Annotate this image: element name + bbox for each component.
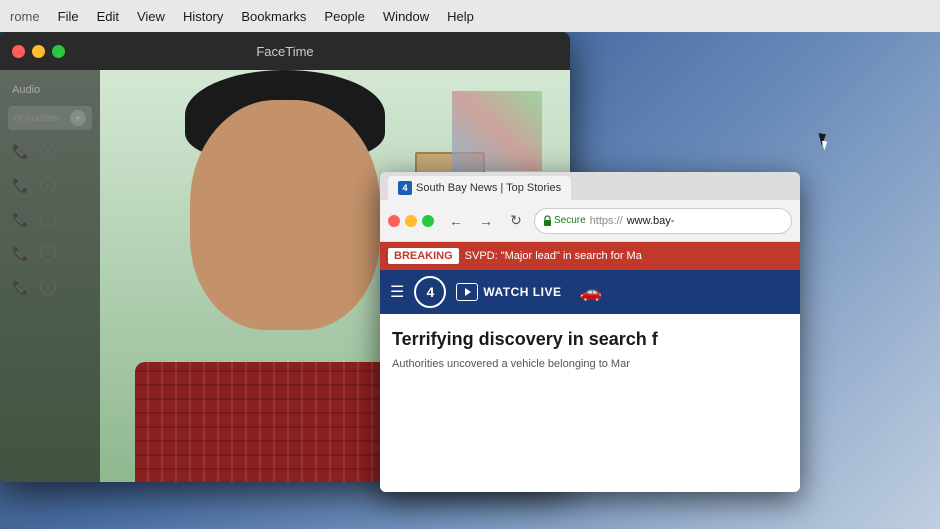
contact-row-2: 📞 i	[0, 168, 100, 202]
menubar-file[interactable]: File	[58, 9, 79, 24]
chrome-minimize-button[interactable]	[405, 215, 417, 227]
chrome-tab-active[interactable]: 4 South Bay News | Top Stories	[388, 176, 571, 200]
menubar-people[interactable]: People	[324, 9, 364, 24]
breaking-label: BREAKING	[388, 248, 459, 264]
menubar-edit[interactable]: Edit	[97, 9, 119, 24]
main-area: FaceTime Audio or number +	[0, 32, 940, 529]
input-placeholder: or number	[14, 113, 60, 124]
close-button[interactable]	[12, 45, 25, 58]
news-navbar: ☰ 4 WATCH LIVE 🚗	[380, 270, 800, 314]
chrome-toolbar: ← → ↻ Secure https:// www.bay-	[380, 200, 800, 242]
article-area: Terrifying discovery in search f Authori…	[380, 314, 800, 492]
chrome-traffic-lights	[388, 215, 434, 227]
contact-row-5: 📞 i	[0, 270, 100, 304]
menubar-bookmarks[interactable]: Bookmarks	[241, 9, 306, 24]
car-icon: 🚗	[579, 282, 601, 303]
menubar-history[interactable]: History	[183, 9, 223, 24]
menubar-view[interactable]: View	[137, 9, 165, 24]
chrome-maximize-button[interactable]	[422, 215, 434, 227]
facetime-title: FaceTime	[256, 44, 313, 59]
tab-title: South Bay News | Top Stories	[416, 182, 561, 194]
breaking-news-bar: BREAKING SVPD: "Major lead" in search fo…	[380, 242, 800, 270]
phone-icon-3[interactable]: 📞	[10, 208, 32, 230]
play-triangle-icon	[465, 288, 471, 296]
minimize-button[interactable]	[32, 45, 45, 58]
secure-text: Secure	[554, 215, 586, 226]
watch-live-button[interactable]: WATCH LIVE	[456, 283, 561, 301]
url-https: https://	[590, 215, 623, 227]
chrome-window: 4 South Bay News | Top Stories ← → ↻	[380, 172, 800, 492]
traffic-lights	[12, 45, 65, 58]
back-button[interactable]: ←	[444, 209, 468, 233]
chrome-close-button[interactable]	[388, 215, 400, 227]
url-domain: www.bay-	[627, 215, 675, 227]
person-face-skin	[190, 100, 380, 330]
info-icon-4[interactable]: i	[40, 245, 56, 261]
address-bar[interactable]: Secure https:// www.bay-	[534, 208, 792, 234]
contact-row-3: 📞 i	[0, 202, 100, 236]
info-icon-1[interactable]: i	[40, 143, 56, 159]
forward-button[interactable]: →	[474, 209, 498, 233]
add-contact-button[interactable]: +	[70, 110, 86, 126]
chrome-tabbar: 4 South Bay News | Top Stories	[380, 172, 800, 200]
menubar-chrome[interactable]: rome	[10, 9, 40, 24]
play-icon-box	[456, 283, 478, 301]
menubar-help[interactable]: Help	[447, 9, 474, 24]
menubar: rome File Edit View History Bookmarks Pe…	[0, 0, 940, 32]
info-icon-5[interactable]: i	[40, 279, 56, 295]
contact-row-1: 📞 i	[0, 134, 100, 168]
tab-favicon: 4	[398, 181, 412, 195]
info-icon-2[interactable]: i	[40, 177, 56, 193]
phone-number-input[interactable]: or number +	[8, 106, 92, 130]
channel4-logo[interactable]: 4	[414, 276, 446, 308]
phone-icon-1[interactable]: 📞	[10, 140, 32, 162]
info-icon-3[interactable]: i	[40, 211, 56, 227]
facetime-sidebar: Audio or number + 📞 i 📞 i 📞 i	[0, 70, 100, 482]
hamburger-icon[interactable]: ☰	[390, 282, 404, 302]
secure-badge: Secure	[543, 215, 586, 226]
phone-icon-2[interactable]: 📞	[10, 174, 32, 196]
breaking-text: SVPD: "Major lead" in search for Ma	[465, 250, 642, 262]
poster-area	[452, 91, 542, 171]
lock-icon	[543, 215, 552, 226]
menubar-window[interactable]: Window	[383, 9, 429, 24]
phone-icon-4[interactable]: 📞	[10, 242, 32, 264]
facetime-titlebar: FaceTime	[0, 32, 570, 70]
article-subtext: Authorities uncovered a vehicle belongin…	[392, 357, 788, 372]
phone-icon-5[interactable]: 📞	[10, 276, 32, 298]
reload-button[interactable]: ↻	[504, 209, 528, 233]
audio-label: Audio	[0, 78, 100, 102]
article-headline: Terrifying discovery in search f	[392, 328, 788, 351]
maximize-button[interactable]	[52, 45, 65, 58]
contact-row-4: 📞 i	[0, 236, 100, 270]
watch-live-label: WATCH LIVE	[483, 285, 561, 299]
